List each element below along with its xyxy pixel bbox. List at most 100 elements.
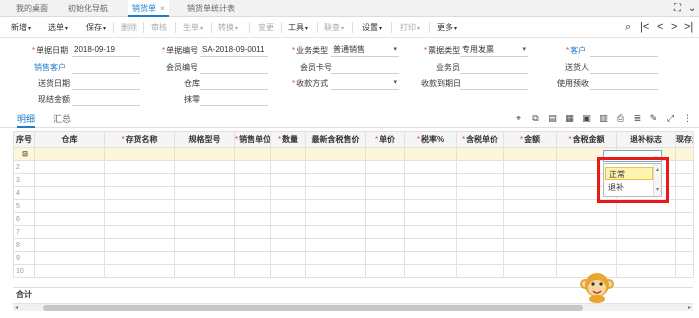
expand-icon[interactable]: ⤢: [665, 113, 676, 124]
grid-cell[interactable]: [174, 251, 235, 265]
list-icon[interactable]: ≣: [632, 113, 643, 124]
column-header[interactable]: 退补标志: [616, 131, 676, 148]
customer-field[interactable]: [590, 44, 658, 57]
last-record-icon[interactable]: >|: [684, 20, 693, 35]
grid-cell[interactable]: [503, 173, 557, 187]
grid-cell[interactable]: [404, 264, 457, 278]
grid-cell[interactable]: [104, 225, 175, 239]
horizontal-scrollbar[interactable]: ◂ ▸: [13, 303, 693, 311]
grid-cell[interactable]: [34, 147, 105, 161]
grid-cell[interactable]: [456, 186, 504, 200]
grid-cell[interactable]: [365, 251, 405, 265]
grid-cell[interactable]: [305, 199, 366, 213]
grid-cell[interactable]: [305, 173, 366, 187]
query-button[interactable]: 联查▾: [324, 17, 344, 38]
grid-cell[interactable]: [270, 147, 306, 161]
search-icon[interactable]: ⌕: [625, 20, 631, 35]
grid-cell[interactable]: [365, 225, 405, 239]
grid-cell[interactable]: [174, 264, 235, 278]
grid-cell[interactable]: [104, 173, 175, 187]
member-card-field[interactable]: [331, 61, 399, 74]
grid-cell[interactable]: [234, 212, 271, 226]
column-header[interactable]: 现存量: [675, 131, 694, 148]
grid-cell[interactable]: [174, 225, 235, 239]
grid-cell[interactable]: [174, 173, 235, 187]
prepay-field[interactable]: [590, 77, 658, 90]
grid-cell[interactable]: [34, 199, 105, 213]
grid-cell[interactable]: [675, 225, 694, 239]
grid-cell[interactable]: [456, 225, 504, 239]
grid-cell[interactable]: [34, 160, 105, 174]
payment-select[interactable]: ▾: [331, 77, 399, 90]
more-icon[interactable]: ⋮: [682, 113, 693, 124]
select-order-button[interactable]: 选单▾: [48, 17, 68, 38]
invoice-type-select[interactable]: 专用发票 ▾: [460, 44, 528, 57]
grid-cell[interactable]: [365, 186, 405, 200]
grid-cell[interactable]: [404, 186, 457, 200]
column-header[interactable]: *含税单价: [456, 131, 504, 148]
grid-cell[interactable]: [34, 251, 105, 265]
table-row[interactable]: 7: [13, 225, 694, 239]
grid-cell[interactable]: [234, 186, 271, 200]
grid-cell[interactable]: [305, 147, 366, 161]
grid-cell[interactable]: [456, 147, 504, 161]
grid-cell[interactable]: [365, 264, 405, 278]
delete-row-icon[interactable]: ▥: [598, 113, 609, 124]
grid-cell[interactable]: [234, 160, 271, 174]
grid-cell[interactable]: [234, 264, 271, 278]
grid-cell[interactable]: [234, 225, 271, 239]
grid-cell[interactable]: [503, 251, 557, 265]
biz-type-select[interactable]: 普通销售 ▾: [331, 44, 399, 57]
grid-cell[interactable]: [305, 212, 366, 226]
tab-detail[interactable]: 明细: [17, 110, 36, 128]
table-row[interactable]: 3: [13, 173, 694, 187]
tab-sales-stats[interactable]: 销货单统计表: [183, 0, 239, 17]
monkey-mascot-icon[interactable]: [579, 268, 615, 304]
grid-cell[interactable]: [174, 186, 235, 200]
grid-cell[interactable]: [404, 251, 457, 265]
more-button[interactable]: 更多▾: [437, 17, 457, 38]
grid-cell[interactable]: [234, 238, 271, 252]
grid-cell[interactable]: [503, 238, 557, 252]
grid-cell[interactable]: [404, 160, 457, 174]
grid-cell[interactable]: [404, 238, 457, 252]
grid-cell[interactable]: [34, 264, 105, 278]
grid-cell[interactable]: [365, 238, 405, 252]
grid-cell[interactable]: [675, 160, 694, 174]
grid-cell[interactable]: [270, 186, 306, 200]
maximize-icon[interactable]: ⛶: [674, 1, 681, 16]
paste-icon[interactable]: ▤: [547, 113, 558, 124]
grid-cell[interactable]: [503, 199, 557, 213]
grid-cell[interactable]: [675, 173, 694, 187]
grid-cell[interactable]: [616, 225, 676, 239]
grid-cell[interactable]: [503, 264, 557, 278]
grid-cell[interactable]: [456, 173, 504, 187]
grid-cell[interactable]: [34, 225, 105, 239]
member-no-field[interactable]: [200, 61, 268, 74]
delete-button[interactable]: 删除: [121, 17, 137, 38]
grid-cell[interactable]: [456, 160, 504, 174]
tab-desktop[interactable]: 我的桌面: [12, 0, 52, 17]
table-row[interactable]: 8: [13, 238, 694, 252]
grid-cell[interactable]: [616, 212, 676, 226]
scroll-left-icon[interactable]: ◂: [15, 304, 18, 312]
grid-cell[interactable]: [174, 147, 235, 161]
grid-cell[interactable]: [174, 160, 235, 174]
grid-cell[interactable]: [270, 160, 306, 174]
grid-cell[interactable]: [34, 238, 105, 252]
grid-cell[interactable]: [404, 173, 457, 187]
grid-cell[interactable]: [270, 251, 306, 265]
grid-cell[interactable]: [675, 147, 694, 161]
grid-cell[interactable]: [556, 225, 617, 239]
grid-cell[interactable]: [234, 173, 271, 187]
audit-button[interactable]: 审核: [151, 17, 167, 38]
grid-cell[interactable]: [404, 225, 457, 239]
table-row[interactable]: 9: [13, 251, 694, 265]
grid-cell[interactable]: [104, 264, 175, 278]
grid-cell[interactable]: [234, 251, 271, 265]
grid-cell[interactable]: [270, 264, 306, 278]
column-header[interactable]: 最新含税售价: [305, 131, 366, 148]
grid-cell[interactable]: [305, 160, 366, 174]
due-date-field[interactable]: [460, 77, 528, 90]
grid-cell[interactable]: [675, 212, 694, 226]
